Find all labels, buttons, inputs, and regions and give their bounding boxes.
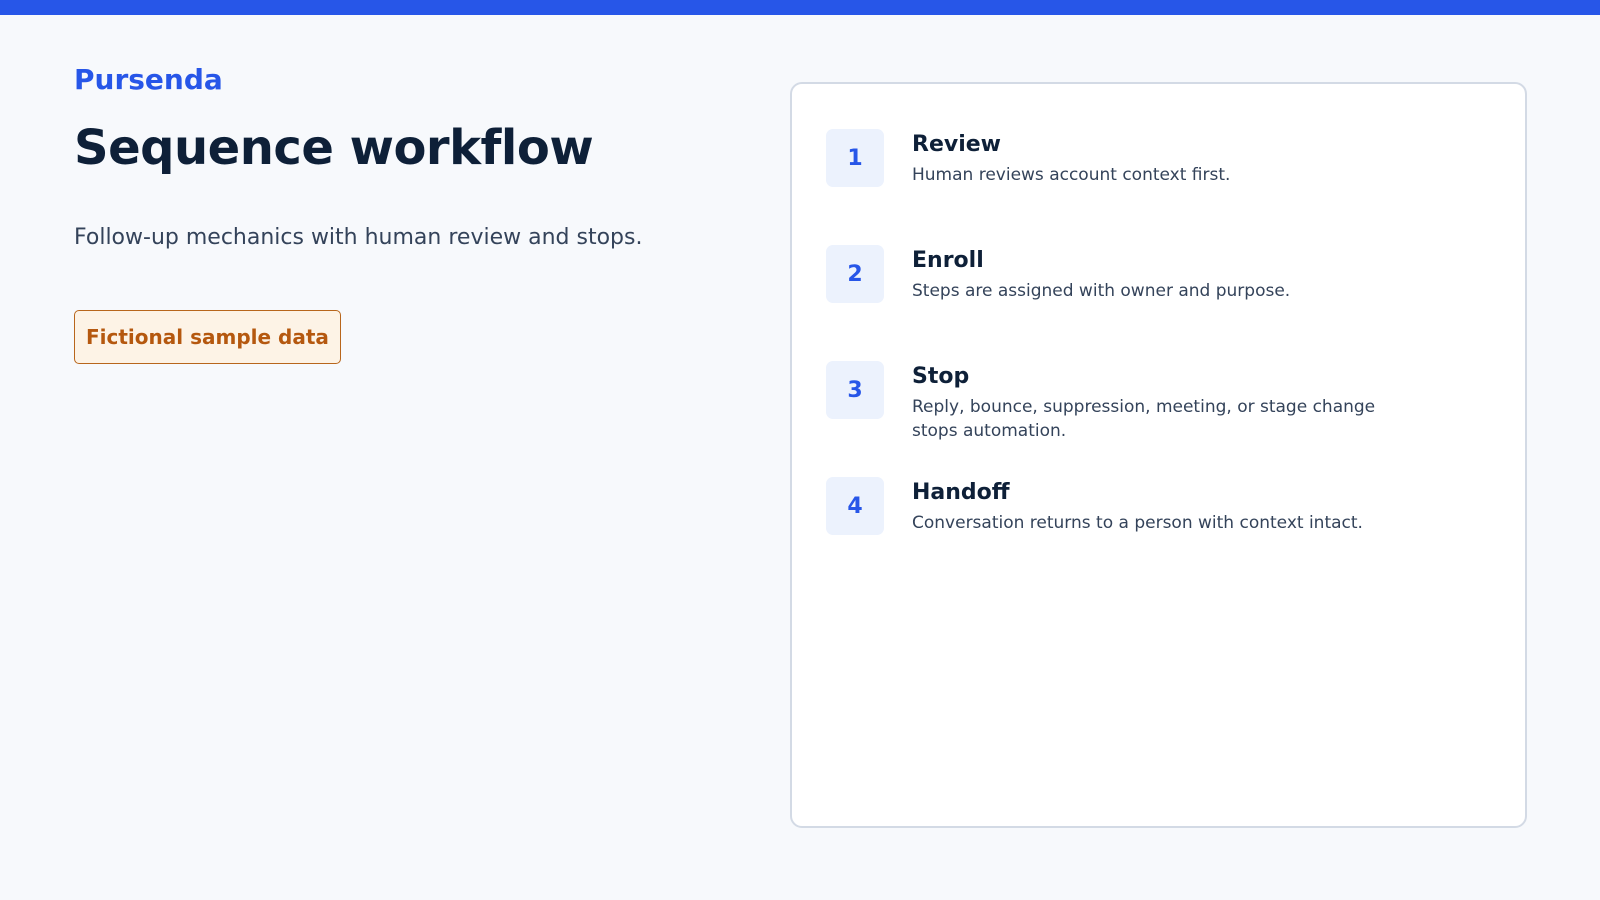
step-number: 4 [826,477,884,535]
step-body: Review Human reviews account context fir… [912,129,1392,187]
brand-name: Pursenda [74,63,223,96]
step-description: Steps are assigned with owner and purpos… [912,281,1291,301]
step-description: Conversation returns to a person with co… [912,513,1363,533]
step-title: Review [912,132,1001,157]
step-title: Handoff [912,480,1010,505]
page-subtitle: Follow-up mechanics with human review an… [74,225,643,250]
step-body: Enroll Steps are assigned with owner and… [912,245,1392,303]
step-title: Stop [912,364,970,389]
intro-panel: Pursenda Sequence workflow Follow-up mec… [74,60,714,364]
step-title: Enroll [912,248,984,273]
step-body: Stop Reply, bounce, suppression, meeting… [912,361,1392,443]
sample-data-badge: Fictional sample data [74,310,341,364]
step-body: Handoff Conversation returns to a person… [912,477,1392,535]
step-description: Reply, bounce, suppression, meeting, or … [912,397,1376,441]
workflow-steps-card: 1 Review Human reviews account context f… [790,82,1527,828]
step-number: 2 [826,245,884,303]
step-number: 3 [826,361,884,419]
top-accent-bar [0,0,1600,15]
step-number: 1 [826,129,884,187]
page-title: Sequence workflow [74,120,594,176]
step-description: Human reviews account context first. [912,165,1231,185]
